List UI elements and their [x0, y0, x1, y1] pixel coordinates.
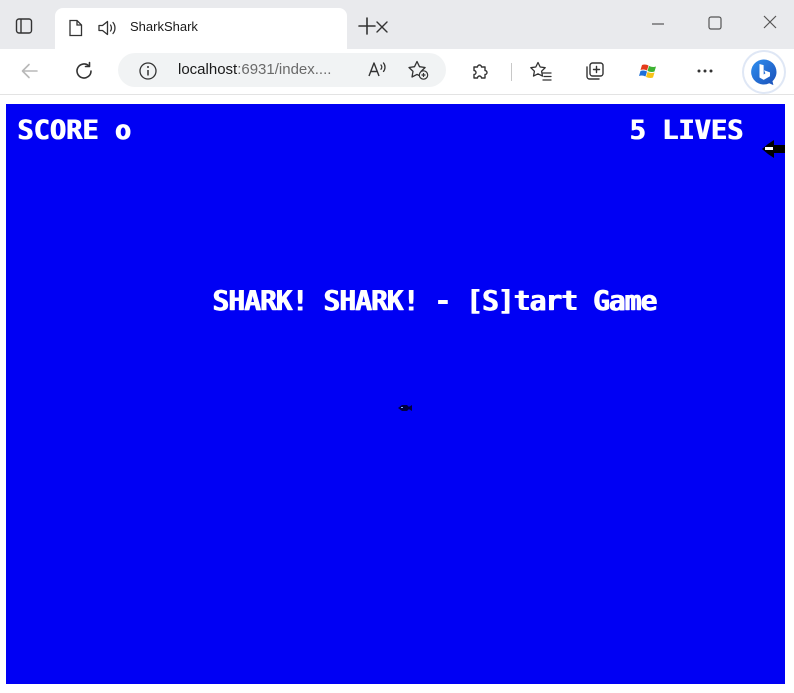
- read-aloud-icon[interactable]: [366, 59, 388, 86]
- game-canvas[interactable]: SCORE o 5 LIVES SHARK! SHARK! - [S]tart …: [6, 104, 785, 684]
- tab-sharkshark[interactable]: SharkShark: [55, 8, 388, 49]
- toolbar: localhost:6931/index....: [0, 49, 794, 95]
- tab-title: SharkShark: [130, 19, 198, 34]
- url-path: :6931/index....: [237, 61, 332, 78]
- url-text[interactable]: localhost:6931/index....: [178, 61, 331, 78]
- collections-icon[interactable]: [580, 56, 610, 86]
- tab-actions-icon[interactable]: [10, 12, 38, 40]
- shark-sprite: [758, 137, 785, 166]
- more-icon[interactable]: [690, 56, 720, 86]
- window-close-icon[interactable]: [758, 11, 782, 35]
- bing-icon[interactable]: [744, 52, 784, 92]
- score-label: SCORE o: [17, 115, 131, 146]
- toolbar-separator: [511, 63, 512, 81]
- refresh-icon[interactable]: [69, 56, 99, 86]
- plus-icon[interactable]: [355, 14, 379, 38]
- puzzle-icon[interactable]: [466, 56, 496, 86]
- arrow-left-icon[interactable]: [15, 56, 45, 86]
- maximize-icon[interactable]: [703, 12, 727, 36]
- page-icon: [68, 19, 84, 42]
- browser-window: SharkShark localhost:6931/index.... SCOR…: [0, 0, 794, 693]
- star-add-icon[interactable]: [406, 59, 430, 86]
- minimize-icon[interactable]: [646, 14, 670, 34]
- start-game-title: SHARK! SHARK! - [S]tart Game: [212, 284, 657, 317]
- info-icon[interactable]: [138, 61, 158, 86]
- speaker-icon[interactable]: [97, 19, 119, 42]
- address-bar[interactable]: localhost:6931/index....: [118, 53, 446, 87]
- windows-logo-icon[interactable]: [634, 56, 664, 86]
- tab-strip: SharkShark: [0, 0, 794, 49]
- star-list-icon[interactable]: [526, 56, 556, 86]
- player-fish-sprite: [397, 400, 413, 418]
- lives-label: 5 LIVES: [629, 115, 743, 146]
- url-host: localhost: [178, 61, 238, 78]
- page-viewport: SCORE o 5 LIVES SHARK! SHARK! - [S]tart …: [0, 95, 794, 693]
